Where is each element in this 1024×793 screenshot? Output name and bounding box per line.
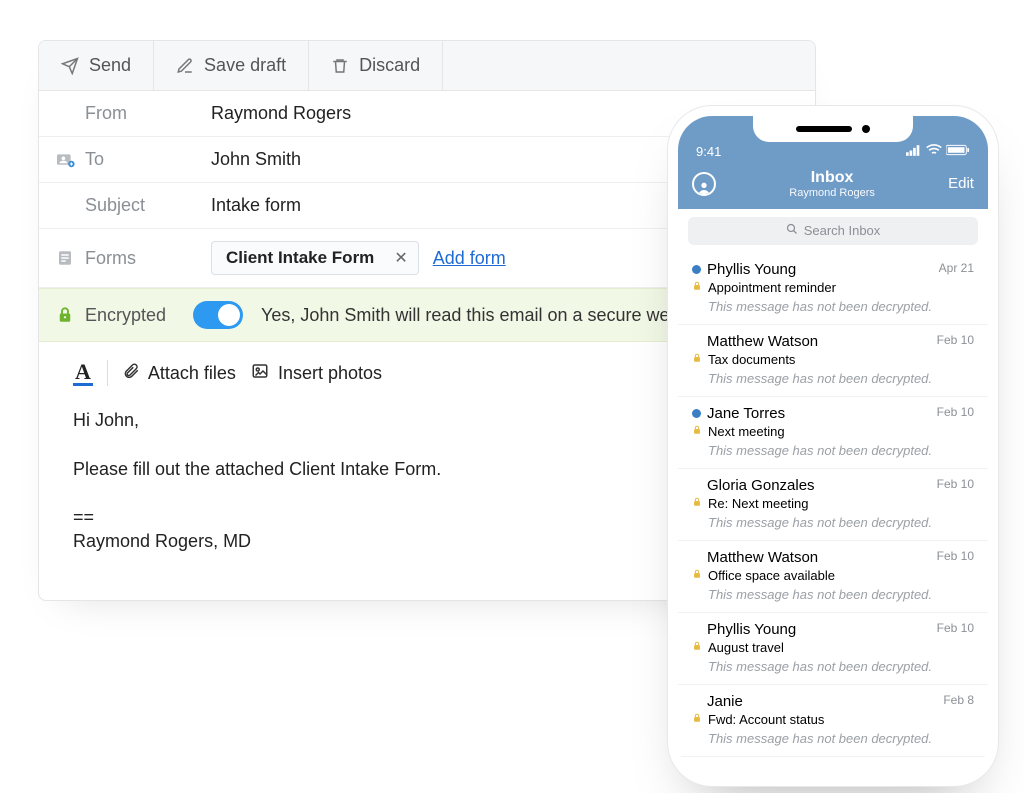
battery-icon [946,144,970,159]
discard-button[interactable]: Discard [309,41,443,90]
save-draft-button[interactable]: Save draft [154,41,309,90]
mail-subject: August travel [708,640,784,655]
lock-icon [692,279,702,297]
lock-icon [692,711,702,729]
separator [107,360,108,386]
mail-date: Feb 8 [943,693,974,707]
mail-preview: This message has not been decrypted. [692,371,976,386]
mail-subject: Office space available [708,568,835,583]
image-icon [250,362,270,385]
subject-value: Intake form [211,195,301,216]
insert-photos-button[interactable]: Insert photos [250,362,382,385]
mail-date: Feb 10 [937,477,974,491]
from-value: Raymond Rogers [211,103,351,124]
phone-navbar: Inbox Raymond Rogers Edit [678,163,988,209]
subject-label: Subject [85,195,145,216]
mail-preview: This message has not been decrypted. [692,587,976,602]
trash-icon [331,57,349,75]
mail-item[interactable]: Phyllis Young Feb 10 August travel This mes… [678,613,988,685]
mail-list: Phyllis Young Apr 21 Appointment reminder T… [678,253,988,757]
search-input[interactable]: Search Inbox [688,217,978,245]
paper-plane-icon [61,57,79,75]
search-placeholder: Search Inbox [804,223,881,238]
to-value: John Smith [211,149,301,170]
mail-preview: This message has not been decrypted. [692,659,976,674]
mail-sender: Janie [707,693,743,710]
status-time: 9:41 [696,144,721,159]
mail-date: Feb 10 [937,333,974,347]
attach-files-button[interactable]: Attach files [122,361,236,386]
phone-mockup: 9:41 Inbox Raymond Rogers Edit [668,106,998,786]
speaker-icon [796,126,852,132]
remove-chip-icon[interactable]: ✕ [394,248,407,268]
mail-date: Feb 10 [937,549,974,563]
phone-notch [753,116,913,142]
mail-sender: Matthew Watson [707,549,818,566]
mail-date: Feb 10 [937,621,974,635]
mail-item[interactable]: Phyllis Young Apr 21 Appointment reminder T… [678,253,988,325]
forms-label: Forms [85,248,136,269]
send-button[interactable]: Send [39,41,154,90]
lock-icon [53,305,77,325]
from-label: From [85,103,127,124]
mail-subject: Appointment reminder [708,280,836,295]
mail-sender: Phyllis Young [707,261,796,278]
inbox-title: Inbox [789,169,875,187]
send-label: Send [89,55,131,76]
unread-dot-icon [692,409,701,418]
to-label: To [85,149,104,170]
mail-subject: Re: Next meeting [708,496,808,511]
lock-icon [692,351,702,369]
status-bar: 9:41 [678,144,988,163]
mail-item[interactable]: Matthew Watson Feb 10 Tax documents This me… [678,325,988,397]
search-icon [786,223,798,238]
form-chip-label: Client Intake Form [226,248,374,268]
compose-toolbar: Send Save draft Discard [39,41,815,91]
lock-icon [692,567,702,585]
mail-preview: This message has not been decrypted. [692,731,976,746]
camera-icon [862,125,870,133]
mail-item[interactable]: Matthew Watson Feb 10 Office space availab… [678,541,988,613]
mail-subject: Fwd: Account status [708,712,824,727]
unread-dot-icon [692,265,701,274]
avatar-icon[interactable] [692,172,716,196]
encrypted-toggle[interactable] [193,301,243,329]
mail-subject: Tax documents [708,352,795,367]
attach-files-label: Attach files [148,363,236,384]
mail-sender: Phyllis Young [707,621,796,638]
format-text-icon[interactable]: A [73,361,93,386]
mail-preview: This message has not been decrypted. [692,299,976,314]
lock-icon [692,423,702,441]
mail-preview: This message has not been decrypted. [692,443,976,458]
mail-preview: This message has not been decrypted. [692,515,976,530]
form-chip[interactable]: Client Intake Form ✕ [211,241,419,275]
mail-item[interactable]: Gloria Gonzales Feb 10 Re: Next meeting Thi… [678,469,988,541]
mail-item[interactable]: Janie Feb 8 Fwd: Account status This messag… [678,685,988,757]
mail-subject: Next meeting [708,424,785,439]
add-contact-icon[interactable] [53,152,77,168]
discard-label: Discard [359,55,420,76]
add-form-link[interactable]: Add form [433,248,506,269]
mail-sender: Matthew Watson [707,333,818,350]
form-icon [53,249,77,267]
insert-photos-label: Insert photos [278,363,382,384]
mail-item[interactable]: Jane Torres Feb 10 Next meeting This messag… [678,397,988,469]
signal-icon [906,144,922,159]
wifi-icon [926,144,942,159]
inbox-subtitle: Raymond Rogers [789,187,875,199]
lock-icon [692,639,702,657]
pencil-icon [176,57,194,75]
encrypted-message: Yes, John Smith will read this email on … [261,305,705,326]
mail-date: Apr 21 [939,261,974,275]
save-draft-label: Save draft [204,55,286,76]
paperclip-icon [122,361,140,386]
mail-sender: Gloria Gonzales [707,477,815,494]
mail-sender: Jane Torres [707,405,785,422]
lock-icon [692,495,702,513]
phone-body: Search Inbox Phyllis Young Apr 21 Appointm… [678,209,988,779]
mail-date: Feb 10 [937,405,974,419]
edit-button[interactable]: Edit [948,175,974,192]
encrypted-label: Encrypted [85,305,166,326]
